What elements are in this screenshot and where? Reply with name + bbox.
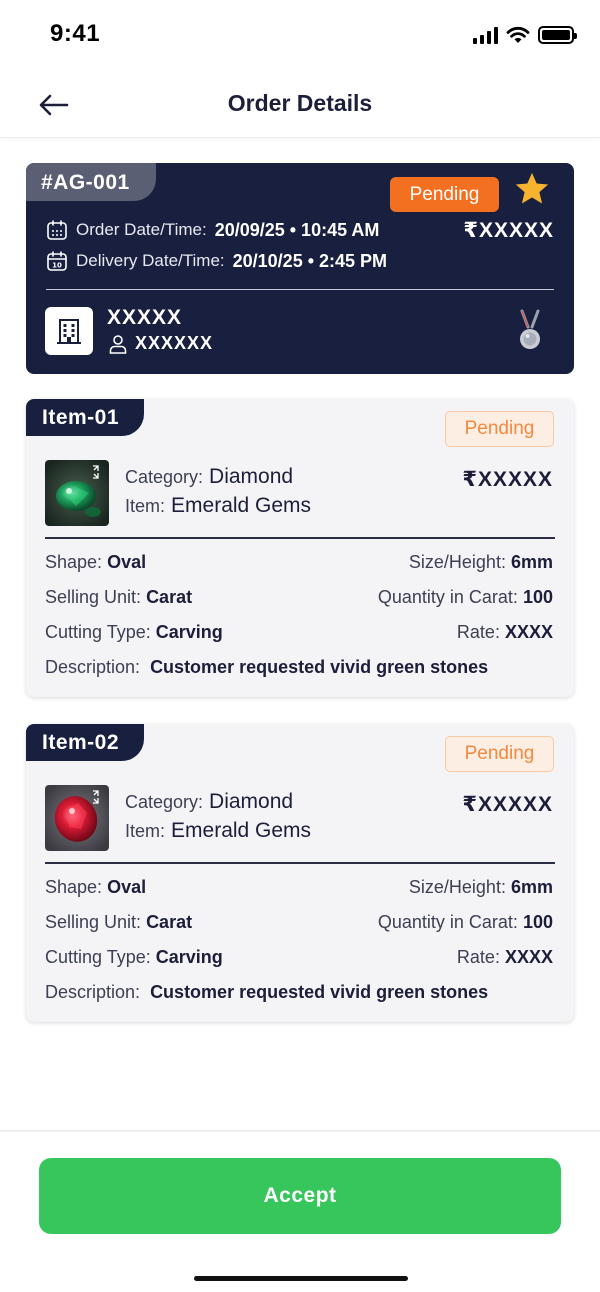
building-icon bbox=[57, 319, 81, 344]
category-label: Category: bbox=[125, 467, 204, 487]
divider bbox=[46, 289, 554, 290]
order-date-value: 20/09/25 • 10:45 AM bbox=[214, 219, 380, 240]
delivery-date-value: 20/10/25 • 2:45 PM bbox=[232, 250, 388, 271]
quantity-value: 100 bbox=[522, 587, 553, 607]
category-label: Category: bbox=[125, 792, 204, 812]
calendar-date-icon: 10 bbox=[47, 251, 67, 271]
item-card-1[interactable]: Item-01 Pending Category: Diamond Item: Em… bbox=[26, 399, 574, 697]
star-icon[interactable] bbox=[513, 170, 551, 208]
header: Order Details bbox=[0, 70, 600, 138]
item-price: ₹XXXXX bbox=[462, 793, 553, 816]
quantity-label: Quantity in Carat: bbox=[377, 912, 518, 932]
battery-icon bbox=[538, 26, 577, 44]
order-summary-card[interactable]: #AG-001 Pending Order Date/Time: 20/09/2… bbox=[26, 163, 574, 374]
status-icons bbox=[473, 26, 577, 44]
cut-value: Carving bbox=[155, 622, 223, 642]
delivery-date-label: Delivery Date/Time: bbox=[76, 251, 225, 270]
company-avatar bbox=[45, 307, 93, 355]
category-value: Diamond bbox=[209, 465, 294, 488]
size-value: 6mm bbox=[510, 552, 553, 572]
quantity-label: Quantity in Carat: bbox=[377, 587, 518, 607]
footer-divider bbox=[0, 1130, 600, 1132]
cellular-signal-icon bbox=[473, 26, 498, 44]
svg-text:10: 10 bbox=[52, 262, 62, 270]
spec-row-description: Description: Customer requested vivid gr… bbox=[45, 657, 553, 678]
spec-row-unit: Selling Unit: Carat Quantity in Carat: 1… bbox=[45, 912, 553, 933]
shape-label: Shape: bbox=[45, 877, 103, 897]
size-label: Size/Height: bbox=[408, 877, 506, 897]
order-status-badge: Pending bbox=[390, 177, 499, 212]
item-price: ₹XXXXX bbox=[462, 468, 553, 491]
calendar-icon bbox=[47, 220, 67, 240]
unit-value: Carat bbox=[146, 587, 193, 607]
divider bbox=[45, 862, 555, 864]
shape-value: Oval bbox=[107, 877, 147, 897]
medal-icon bbox=[520, 309, 540, 349]
spec-row-description: Description: Customer requested vivid gr… bbox=[45, 982, 553, 1003]
shape-value: Oval bbox=[107, 552, 147, 572]
item-label: Item: bbox=[125, 496, 166, 516]
category-row: Category: Diamond bbox=[125, 790, 293, 814]
size-value: 6mm bbox=[510, 877, 553, 897]
user-icon bbox=[109, 334, 127, 354]
item-tag: Item-01 bbox=[26, 399, 144, 436]
category-row: Category: Diamond bbox=[125, 465, 293, 489]
item-tag: Item-02 bbox=[26, 724, 144, 761]
rate-label: Rate: bbox=[456, 622, 500, 642]
item-value: Emerald Gems bbox=[171, 494, 312, 517]
category-value: Diamond bbox=[209, 790, 294, 813]
cut-label: Cutting Type: bbox=[45, 947, 151, 967]
wifi-icon bbox=[506, 26, 530, 43]
unit-value: Carat bbox=[146, 912, 193, 932]
cut-value: Carving bbox=[155, 947, 223, 967]
description-value: Customer requested vivid green stones bbox=[150, 657, 489, 677]
home-indicator bbox=[194, 1276, 408, 1281]
item-name-row: Item: Emerald Gems bbox=[125, 819, 311, 843]
order-price: ₹XXXXX bbox=[463, 219, 554, 242]
unit-label: Selling Unit: bbox=[45, 587, 142, 607]
rate-value: XXXX bbox=[504, 947, 553, 967]
divider bbox=[45, 537, 555, 539]
description-label: Description: bbox=[45, 982, 141, 1002]
status-time: 9:41 bbox=[50, 20, 101, 47]
item-label: Item: bbox=[125, 821, 166, 841]
quantity-value: 100 bbox=[522, 912, 553, 932]
rate-value: XXXX bbox=[504, 622, 553, 642]
accept-button[interactable]: Accept bbox=[39, 1158, 561, 1234]
cut-label: Cutting Type: bbox=[45, 622, 151, 642]
item-name-row: Item: Emerald Gems bbox=[125, 494, 311, 518]
shape-label: Shape: bbox=[45, 552, 103, 572]
spec-row-cut: Cutting Type: Carving Rate: XXXX bbox=[45, 622, 553, 643]
unit-label: Selling Unit: bbox=[45, 912, 142, 932]
spec-row-unit: Selling Unit: Carat Quantity in Carat: 1… bbox=[45, 587, 553, 608]
spec-row-cut: Cutting Type: Carving Rate: XXXX bbox=[45, 947, 553, 968]
size-label: Size/Height: bbox=[408, 552, 506, 572]
contact-name: XXXXXX bbox=[135, 333, 214, 353]
green-gem-image bbox=[45, 460, 109, 526]
order-date-row: Order Date/Time: 20/09/25 • 10:45 AM bbox=[46, 219, 379, 241]
item-status-badge: Pending bbox=[445, 411, 554, 447]
order-id: #AG-001 bbox=[26, 163, 156, 201]
item-status-badge: Pending bbox=[445, 736, 554, 772]
gem-thumbnail[interactable] bbox=[45, 785, 109, 851]
gem-thumbnail[interactable] bbox=[45, 460, 109, 526]
item-value: Emerald Gems bbox=[171, 819, 312, 842]
spec-row-shape: Shape: Oval Size/Height: 6mm bbox=[45, 552, 553, 573]
contact-row: XXXXXX bbox=[108, 333, 213, 354]
item-card-2[interactable]: Item-02 Pending Category: Diamond Item: Em… bbox=[26, 724, 574, 1022]
page-title: Order Details bbox=[227, 90, 373, 116]
company-name: XXXXX bbox=[107, 306, 183, 329]
description-label: Description: bbox=[45, 657, 141, 677]
spec-row-shape: Shape: Oval Size/Height: 6mm bbox=[45, 877, 553, 898]
status-bar: 9:41 bbox=[0, 0, 600, 70]
order-date-label: Order Date/Time: bbox=[76, 220, 207, 239]
rate-label: Rate: bbox=[456, 947, 500, 967]
red-gem-image bbox=[45, 785, 109, 851]
description-value: Customer requested vivid green stones bbox=[150, 982, 489, 1002]
delivery-date-row: 10 Delivery Date/Time: 20/10/25 • 2:45 P… bbox=[46, 250, 387, 272]
